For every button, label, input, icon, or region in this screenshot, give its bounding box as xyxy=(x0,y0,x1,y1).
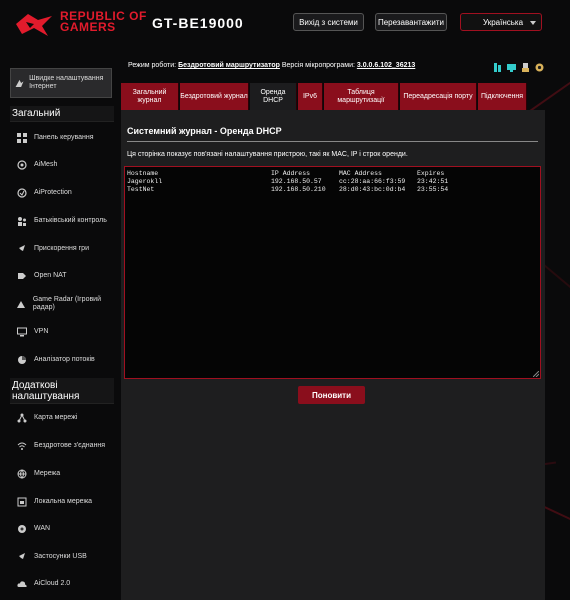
sidebar-item-open-nat[interactable]: Open NAT xyxy=(10,263,116,289)
sidebar-item-vpn[interactable]: VPN xyxy=(10,319,116,345)
sidebar-item-network[interactable]: Мережа xyxy=(10,461,116,487)
game-radar-icon xyxy=(16,298,27,310)
sidebar-item-label: Карта мережі xyxy=(34,414,78,421)
sidebar-item-label: Бездротове з'єднання xyxy=(34,442,106,449)
column-header: IP Address xyxy=(271,170,311,177)
status-icons xyxy=(492,60,545,72)
ip-cell: 192.168.50.210 xyxy=(271,186,326,193)
sidebar-item-label: Аналізатор потоків xyxy=(34,356,95,363)
reboot-button[interactable]: Перезавантажити xyxy=(375,13,447,31)
hostname-cell: TestNet xyxy=(127,186,155,193)
refresh-button[interactable]: Поновити xyxy=(298,386,365,404)
expires-cell: 23:42:51 xyxy=(417,178,449,185)
hostname-cell: Jagerokll xyxy=(127,178,163,185)
lan-icon xyxy=(16,496,28,508)
sidebar-item-label: Локальна мережа xyxy=(34,498,93,505)
quick-setup-label: Швидке налаштування Інтернет xyxy=(29,75,104,90)
network-map-icon xyxy=(16,412,28,424)
ip-cell: 192.168.50.57 xyxy=(271,178,322,185)
sidebar-item-lan[interactable]: Локальна мережа xyxy=(10,489,116,515)
vpn-icon xyxy=(16,326,28,338)
sidebar-item-label: Open NAT xyxy=(34,272,67,279)
page-title: Системний журнал - Оренда DHCP xyxy=(127,126,282,136)
page-description: Ця сторінка показує пов'язані налаштуван… xyxy=(127,151,408,158)
settings-icon[interactable] xyxy=(534,60,545,72)
mode-label: Режим роботи: xyxy=(128,62,177,69)
tab-dhcp-leases[interactable]: Оренда DHCP xyxy=(250,83,297,110)
mac-cell: cc:28:aa:66:f3:59 xyxy=(339,178,406,185)
sidebar-item-label: Мережа xyxy=(34,470,61,477)
sidebar-item-label: VPN xyxy=(34,328,49,335)
model-name: GT-BE19000 xyxy=(152,15,244,31)
sidebar-item-label: Батьківський контроль xyxy=(34,217,107,224)
network-status-icon[interactable] xyxy=(506,60,517,72)
network-icon xyxy=(16,468,28,480)
dhcp-lease-log[interactable]: Hostname IP Address MAC Address Expires … xyxy=(124,166,541,379)
language-value: Українська xyxy=(483,17,524,27)
column-header: Hostname xyxy=(127,170,159,177)
aicloud-icon xyxy=(16,578,28,590)
tab-wireless-log[interactable]: Бездротовий журнал xyxy=(180,83,249,110)
resize-handle-icon[interactable] xyxy=(533,371,539,377)
sidebar-item-label: AiCloud 2.0 xyxy=(34,580,71,587)
sidebar-item-label: AiMesh xyxy=(34,161,58,168)
sidebar-item-aiprotection[interactable]: AiProtection xyxy=(10,180,116,206)
signal-icon[interactable] xyxy=(492,60,503,72)
brand-name: REPUBLIC OF GAMERS xyxy=(60,10,147,34)
usb-icon xyxy=(16,551,28,563)
sidebar-item-dashboard[interactable]: Панель керування xyxy=(10,125,116,151)
open-nat-icon xyxy=(16,270,28,282)
column-header: MAC Address xyxy=(339,170,382,177)
advanced-section-title: Додаткові налаштування xyxy=(10,378,114,404)
sidebar-item-aimesh[interactable]: AiMesh xyxy=(10,152,116,178)
column-header: Expires xyxy=(417,170,445,177)
sidebar-item-label: Панель керування xyxy=(34,134,94,141)
sidebar-item-wireless[interactable]: Бездротове з'єднання xyxy=(10,433,116,459)
general-section-title: Загальний xyxy=(10,106,114,122)
header: REPUBLIC OF GAMERS GT-BE19000 Вихід з си… xyxy=(0,0,570,48)
brand-line-2: GAMERS xyxy=(60,20,116,34)
tab-port-forwarding[interactable]: Переадресація порту xyxy=(400,83,477,110)
sidebar-item-traffic-analyzer[interactable]: Аналізатор потоків xyxy=(10,347,116,373)
logout-button[interactable]: Вихід з системи xyxy=(293,13,364,31)
aimesh-icon xyxy=(16,159,28,171)
firmware-link[interactable]: 3.0.0.6.102_36213 xyxy=(357,62,415,69)
quick-setup-button[interactable]: Швидке налаштування Інтернет xyxy=(10,68,112,98)
main-content: Системний журнал - Оренда DHCP Ця сторін… xyxy=(121,110,545,600)
sidebar-item-usb[interactable]: Застосунки USB xyxy=(10,544,116,570)
aiprotection-icon xyxy=(16,187,28,199)
sidebar-item-label: Прискорення гри xyxy=(34,245,89,252)
table-row: TestNet 192.168.50.210 28:d0:43:bc:0d:b4… xyxy=(127,186,448,228)
traffic-analyzer-icon xyxy=(16,354,28,366)
parental-control-icon xyxy=(16,215,28,227)
game-boost-icon xyxy=(16,243,28,255)
expires-cell: 23:55:54 xyxy=(417,186,449,193)
sidebar-item-network-map[interactable]: Карта мережі xyxy=(10,405,116,431)
wan-icon xyxy=(16,523,28,535)
tab-connections[interactable]: Підключення xyxy=(478,83,527,110)
sidebar-item-wan[interactable]: WAN xyxy=(10,516,116,542)
sidebar-item-aicloud[interactable]: AiCloud 2.0 xyxy=(10,571,116,597)
title-divider xyxy=(127,141,538,142)
dashboard-icon xyxy=(16,132,28,144)
mode-link[interactable]: Бездротовий маршрутизатор xyxy=(178,62,280,69)
sidebar-item-label: Застосунки USB xyxy=(34,553,87,560)
firmware-label: Версія мікропрограми: xyxy=(281,62,355,69)
quick-setup-icon xyxy=(15,79,24,87)
sidebar-item-label: WAN xyxy=(34,525,51,532)
tab-routing-table[interactable]: Таблиця маршрутизації xyxy=(324,83,399,110)
language-select[interactable]: Українська xyxy=(460,13,542,31)
tab-general-log[interactable]: Загальний журнал xyxy=(121,83,179,110)
usb-status-icon[interactable] xyxy=(520,60,531,72)
sidebar-item-parental-control[interactable]: Батьківський контроль xyxy=(10,208,116,234)
sidebar-item-game-boost[interactable]: Прискорення гри xyxy=(10,236,116,262)
tab-ipv6[interactable]: IPv6 xyxy=(298,83,323,110)
rog-logo-icon xyxy=(16,14,52,36)
wireless-icon xyxy=(16,440,28,452)
mac-cell: 28:d0:43:bc:0d:b4 xyxy=(339,186,406,193)
status-info-line: Режим роботи: Бездротовий маршрутизатор … xyxy=(128,62,415,69)
sidebar-item-label: AiProtection xyxy=(34,189,72,196)
sidebar-item-game-radar[interactable]: Game Radar (Ігровий радар) xyxy=(10,291,116,317)
sidebar-item-label: Game Radar (Ігровий радар) xyxy=(32,296,101,311)
